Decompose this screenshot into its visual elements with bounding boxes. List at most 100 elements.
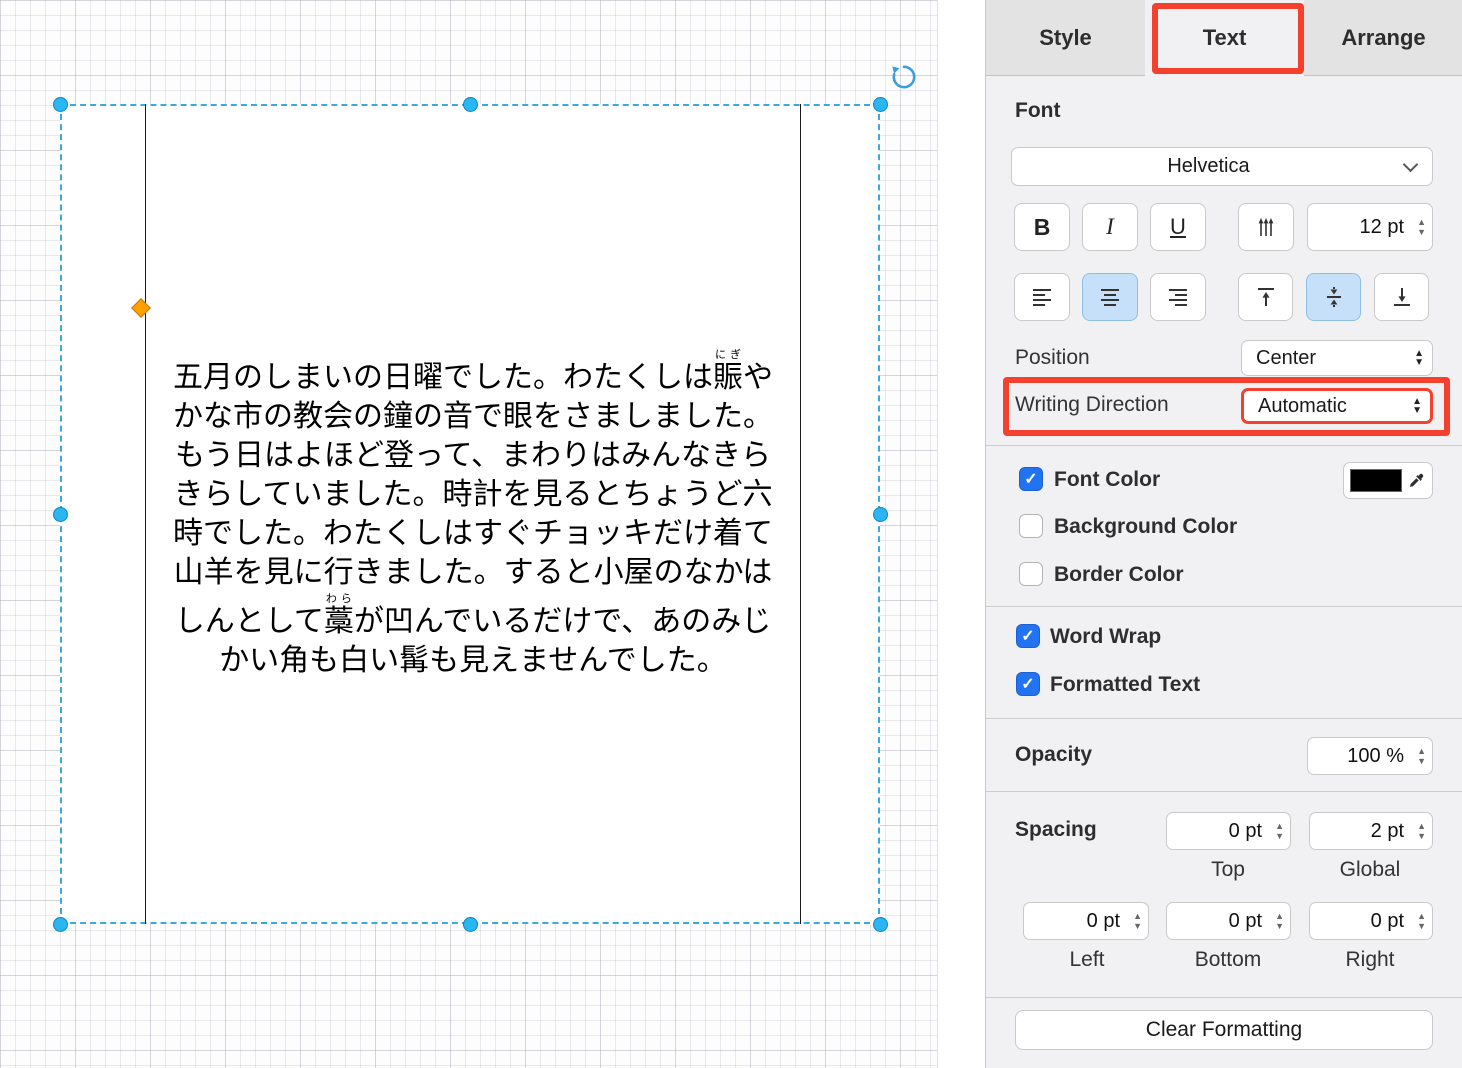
tab-text[interactable]: Text bbox=[1145, 0, 1304, 76]
position-select[interactable]: Center ▲▼ bbox=[1241, 340, 1433, 376]
font-color-swatch-group[interactable] bbox=[1343, 462, 1433, 499]
align-center-icon bbox=[1098, 285, 1122, 309]
eyedropper-icon[interactable] bbox=[1407, 472, 1425, 490]
resize-handle-top-left[interactable] bbox=[53, 97, 68, 112]
opacity-stepper[interactable]: ▲▼ bbox=[1417, 747, 1426, 765]
writing-direction-select[interactable]: Automatic ▲▼ bbox=[1241, 388, 1433, 424]
text-line: もう日はよほど登って、まわりはみんなきら bbox=[175, 436, 771, 475]
spacing-global-stepper[interactable]: ▲▼ bbox=[1417, 822, 1426, 840]
format-panel: Style Text Arrange Font Helvetica B I U … bbox=[985, 0, 1462, 1068]
align-center-button[interactable] bbox=[1082, 273, 1138, 321]
spacing-top-input[interactable]: 0 pt ▲▼ bbox=[1166, 812, 1291, 850]
clear-formatting-button[interactable]: Clear Formatting bbox=[1015, 1010, 1433, 1050]
align-left-icon bbox=[1030, 285, 1054, 309]
stepper-down-icon[interactable]: ▼ bbox=[1133, 922, 1142, 930]
text-line: 五月のしまいの日曜でした。わたくしは賑にぎや bbox=[173, 348, 773, 397]
formatted-text-checkbox[interactable]: ✓ bbox=[1016, 672, 1040, 696]
spacing-right-input[interactable]: 0 pt ▲▼ bbox=[1309, 902, 1433, 940]
vertical-text-button[interactable] bbox=[1238, 203, 1294, 251]
font-family-select[interactable]: Helvetica bbox=[1011, 147, 1433, 186]
resize-handle-top-right[interactable] bbox=[873, 97, 888, 112]
stepper-down-icon[interactable]: ▼ bbox=[1417, 922, 1426, 930]
italic-button[interactable]: I bbox=[1082, 203, 1138, 251]
spacing-global-input[interactable]: 2 pt ▲▼ bbox=[1309, 812, 1433, 850]
spacing-heading: Spacing bbox=[1015, 818, 1097, 842]
resize-handle-bottom-center[interactable] bbox=[463, 917, 478, 932]
stepper-up-icon[interactable]: ▲ bbox=[1133, 912, 1142, 920]
valign-middle-button[interactable] bbox=[1306, 273, 1361, 321]
spacing-global-value: 2 pt bbox=[1371, 820, 1404, 843]
ruby-text: にぎ bbox=[713, 348, 743, 361]
align-right-icon bbox=[1166, 285, 1190, 309]
spacing-bottom-input[interactable]: 0 pt ▲▼ bbox=[1166, 902, 1291, 940]
app-window: 五月のしまいの日曜でした。わたくしは賑にぎや かな市の教会の鐘の音で眼をさましま… bbox=[0, 0, 1462, 1068]
font-size-stepper[interactable]: ▲▼ bbox=[1417, 218, 1426, 236]
align-left-button[interactable] bbox=[1014, 273, 1070, 321]
text-line: 山羊を見に行きました。すると小屋のなかは bbox=[174, 553, 773, 592]
stepper-down-icon[interactable]: ▼ bbox=[1417, 228, 1426, 236]
text-segment: が凹んでいるだけで、あのみじ bbox=[354, 604, 771, 639]
stepper-down-icon[interactable]: ▼ bbox=[1417, 757, 1426, 765]
font-color-checkbox[interactable]: ✓ bbox=[1019, 467, 1043, 491]
rotate-handle[interactable] bbox=[890, 63, 918, 91]
stepper-down-icon[interactable]: ▼ bbox=[1275, 922, 1284, 930]
resize-handle-middle-right[interactable] bbox=[873, 507, 888, 522]
checkmark-icon: ✓ bbox=[1024, 469, 1037, 489]
spacing-right-stepper[interactable]: ▲▼ bbox=[1417, 912, 1426, 930]
word-wrap-label: Word Wrap bbox=[1050, 625, 1161, 649]
opacity-input[interactable]: 100 % ▲▼ bbox=[1307, 737, 1433, 775]
tab-arrange[interactable]: Arrange bbox=[1304, 0, 1462, 75]
resize-handle-bottom-left[interactable] bbox=[53, 917, 68, 932]
font-size-input[interactable]: 12 pt ▲▼ bbox=[1307, 203, 1433, 251]
drawing-canvas[interactable]: 五月のしまいの日曜でした。わたくしは賑にぎや かな市の教会の鐘の音で眼をさましま… bbox=[0, 0, 985, 1068]
border-color-checkbox[interactable] bbox=[1019, 562, 1043, 586]
stepper-up-icon[interactable]: ▲ bbox=[1417, 912, 1426, 920]
writing-direction-value: Automatic bbox=[1244, 395, 1412, 418]
stepper-up-icon[interactable]: ▲ bbox=[1417, 747, 1426, 755]
text-line: 時でした。わたくしはすぐチョッキだけ着て bbox=[173, 514, 773, 553]
spacing-bottom-stepper[interactable]: ▲▼ bbox=[1275, 912, 1284, 930]
stepper-up-icon[interactable]: ▲ bbox=[1275, 822, 1284, 830]
valign-bottom-button[interactable] bbox=[1374, 273, 1429, 321]
word-wrap-checkbox[interactable]: ✓ bbox=[1016, 624, 1040, 648]
resize-handle-bottom-right[interactable] bbox=[873, 917, 888, 932]
text-segment: や bbox=[743, 360, 773, 395]
resize-handle-top-center[interactable] bbox=[463, 97, 478, 112]
stepper-up-icon[interactable]: ▲ bbox=[1417, 822, 1426, 830]
checkmark-icon: ✓ bbox=[1021, 626, 1034, 646]
font-size-value: 12 pt bbox=[1360, 216, 1404, 239]
valign-bottom-icon bbox=[1390, 285, 1414, 309]
underline-button[interactable]: U bbox=[1150, 203, 1206, 251]
ruby-base: 賑 bbox=[713, 360, 743, 395]
valign-top-button[interactable] bbox=[1238, 273, 1293, 321]
spacing-left-input[interactable]: 0 pt ▲▼ bbox=[1023, 902, 1149, 940]
stepper-down-icon: ▼ bbox=[1414, 358, 1424, 367]
stepper-down-icon: ▼ bbox=[1412, 406, 1422, 415]
format-tabbar: Style Text Arrange bbox=[986, 0, 1462, 76]
background-color-checkbox[interactable] bbox=[1019, 514, 1043, 538]
spacing-right-value: 0 pt bbox=[1371, 910, 1404, 933]
stepper-up-icon[interactable]: ▲ bbox=[1275, 912, 1284, 920]
checkmark-icon: ✓ bbox=[1021, 674, 1034, 694]
ruby-base: 藁 bbox=[324, 604, 354, 639]
formatted-text-label: Formatted Text bbox=[1050, 673, 1200, 697]
section-divider bbox=[986, 997, 1462, 998]
ruby-annotation: 賑にぎ bbox=[713, 360, 743, 395]
textbox-right-border bbox=[800, 104, 801, 924]
stepper-down-icon[interactable]: ▼ bbox=[1417, 832, 1426, 840]
align-right-button[interactable] bbox=[1150, 273, 1206, 321]
textbox-text[interactable]: 五月のしまいの日曜でした。わたくしは賑にぎや かな市の教会の鐘の音で眼をさましま… bbox=[146, 104, 800, 924]
bold-button[interactable]: B bbox=[1014, 203, 1070, 251]
font-color-swatch[interactable] bbox=[1350, 469, 1402, 492]
text-line: しんとして藁わらが凹んでいるだけで、あのみじ bbox=[175, 592, 771, 641]
spacing-top-stepper[interactable]: ▲▼ bbox=[1275, 822, 1284, 840]
spacing-global-label: Global bbox=[1340, 858, 1401, 882]
background-color-label: Background Color bbox=[1054, 515, 1237, 539]
stepper-down-icon[interactable]: ▼ bbox=[1275, 832, 1284, 840]
resize-handle-middle-left[interactable] bbox=[53, 507, 68, 522]
stepper-up-icon[interactable]: ▲ bbox=[1417, 218, 1426, 226]
spacing-bottom-value: 0 pt bbox=[1229, 910, 1262, 933]
canvas-gutter bbox=[937, 0, 985, 1068]
spacing-left-stepper[interactable]: ▲▼ bbox=[1133, 912, 1142, 930]
tab-style[interactable]: Style bbox=[986, 0, 1145, 75]
